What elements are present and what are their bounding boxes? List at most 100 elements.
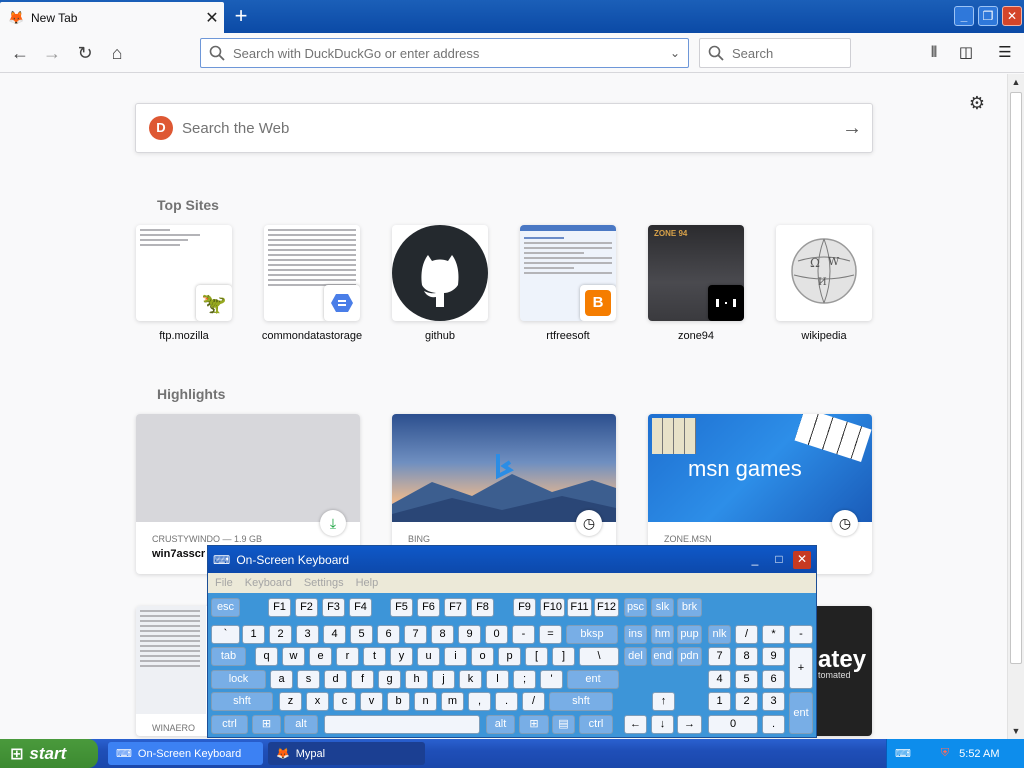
osk-key[interactable]: 7	[404, 625, 427, 644]
search-submit-arrow-icon[interactable]: →	[832, 117, 872, 140]
osk-key[interactable]: q	[255, 647, 278, 666]
restore-window-button[interactable]: ❐	[978, 6, 998, 26]
osk-key[interactable]: bksp	[566, 625, 618, 644]
keyboard-tray-icon[interactable]: ⌨	[895, 747, 911, 760]
forward-button[interactable]: →	[38, 39, 66, 67]
osk-key[interactable]: .	[495, 692, 518, 711]
osk-key[interactable]: l	[486, 670, 509, 689]
osk-key[interactable]: p	[498, 647, 521, 666]
sidebar-button[interactable]: ◫	[954, 41, 978, 65]
osk-key[interactable]: pdn	[677, 647, 702, 666]
osk-key[interactable]: ctrl	[211, 715, 248, 734]
osk-key[interactable]: 4	[708, 670, 731, 689]
osk-key[interactable]: 2	[269, 625, 292, 644]
home-button[interactable]: ⌂	[103, 39, 131, 67]
osk-key[interactable]: F5	[390, 598, 413, 617]
osk-key[interactable]: ,	[468, 692, 491, 711]
osk-maximize-button[interactable]: □	[770, 551, 788, 569]
osk-key[interactable]: F1	[268, 598, 291, 617]
osk-key[interactable]: F12	[594, 598, 619, 617]
osk-key[interactable]: j	[432, 670, 455, 689]
osk-key[interactable]: 4	[323, 625, 346, 644]
osk-key[interactable]: 5	[735, 670, 758, 689]
osk-key[interactable]: z	[279, 692, 302, 711]
osk-key[interactable]: ctrl	[579, 715, 613, 734]
osk-key[interactable]: -	[512, 625, 535, 644]
osk-key[interactable]: pup	[677, 625, 702, 644]
osk-key[interactable]: /	[735, 625, 758, 644]
download-icon[interactable]: ⤓	[320, 510, 346, 536]
menu-button[interactable]: ☰	[993, 41, 1017, 65]
chevron-down-icon[interactable]: ⌄	[662, 46, 688, 60]
osk-key[interactable]: 0	[485, 625, 508, 644]
top-site-tile[interactable]: B rtfreesoft	[520, 225, 616, 342]
osk-key[interactable]: t	[363, 647, 386, 666]
start-button[interactable]: ⊞ start	[0, 739, 98, 768]
tab-close-icon[interactable]: ✕	[200, 8, 224, 28]
osk-key[interactable]: ins	[624, 625, 647, 644]
osk-key[interactable]: 1	[242, 625, 265, 644]
osk-key[interactable]: F3	[322, 598, 345, 617]
gear-icon[interactable]: ⚙	[965, 93, 989, 117]
osk-key[interactable]: u	[417, 647, 440, 666]
osk-menu-file[interactable]: File	[215, 577, 233, 589]
osk-key[interactable]: .	[762, 715, 785, 734]
top-site-tile[interactable]: github	[392, 225, 488, 342]
osk-key[interactable]: F8	[471, 598, 494, 617]
osk-key[interactable]: =	[539, 625, 562, 644]
osk-key[interactable]: del	[624, 647, 647, 666]
osk-key[interactable]: e	[309, 647, 332, 666]
osk-key[interactable]: ;	[513, 670, 536, 689]
osk-key[interactable]: F10	[540, 598, 565, 617]
osk-key[interactable]: i	[444, 647, 467, 666]
osk-key[interactable]: -	[789, 625, 813, 644]
osk-key[interactable]: 3	[762, 692, 785, 711]
osk-key[interactable]: end	[651, 647, 674, 666]
osk-key[interactable]: v	[360, 692, 383, 711]
osk-key[interactable]: m	[441, 692, 464, 711]
osk-key[interactable]: 3	[296, 625, 319, 644]
osk-key[interactable]: +	[789, 647, 813, 689]
osk-key[interactable]: shft	[211, 692, 273, 711]
osk-key[interactable]: w	[282, 647, 305, 666]
osk-key[interactable]: 8	[735, 647, 758, 666]
osk-key[interactable]: ←	[624, 715, 647, 734]
osk-key[interactable]: ↓	[651, 715, 674, 734]
osk-key[interactable]: r	[336, 647, 359, 666]
osk-titlebar[interactable]: ⌨ On-Screen Keyboard	[208, 546, 816, 573]
osk-key[interactable]: b	[387, 692, 410, 711]
osk-key[interactable]: 7	[708, 647, 731, 666]
url-bar[interactable]: Search with DuckDuckGo or enter address …	[200, 38, 689, 68]
osk-menu-keyboard[interactable]: Keyboard	[245, 577, 292, 589]
taskbar-button-osk[interactable]: ⌨ On-Screen Keyboard	[108, 742, 263, 765]
osk-key[interactable]: F6	[417, 598, 440, 617]
osk-key[interactable]: F7	[444, 598, 467, 617]
scroll-up-arrow-icon[interactable]: ▲	[1008, 74, 1024, 90]
osk-key[interactable]: '	[540, 670, 563, 689]
osk-key[interactable]: o	[471, 647, 494, 666]
osk-close-button[interactable]: ✕	[793, 551, 811, 569]
osk-minimize-button[interactable]: _	[746, 551, 764, 569]
url-input[interactable]: Search with DuckDuckGo or enter address	[233, 46, 662, 61]
osk-key[interactable]: 9	[762, 647, 785, 666]
osk-key[interactable]: s	[297, 670, 320, 689]
osk-key[interactable]: 9	[458, 625, 481, 644]
osk-key[interactable]: g	[378, 670, 401, 689]
osk-key[interactable]: /	[522, 692, 545, 711]
taskbar-button-mypal[interactable]: 🦊 Mypal	[268, 742, 425, 765]
web-search-box[interactable]: D Search the Web →	[135, 103, 873, 153]
osk-key[interactable]: lock	[211, 670, 266, 689]
osk-key[interactable]: 1	[708, 692, 731, 711]
osk-key-windows[interactable]: ⊞	[252, 715, 281, 734]
top-site-tile[interactable]: 🦖 ftp.mozilla	[136, 225, 232, 342]
osk-key[interactable]: 6	[762, 670, 785, 689]
back-button[interactable]: ←	[6, 39, 34, 67]
osk-key[interactable]: `	[211, 625, 240, 644]
osk-key[interactable]: alt	[284, 715, 318, 734]
osk-key-space[interactable]	[324, 715, 480, 734]
on-screen-keyboard-window[interactable]: ⌨ On-Screen Keyboard _ □ ✕ File Keyboard…	[207, 545, 817, 738]
top-site-tile[interactable]: Ω W И wikipedia	[776, 225, 872, 342]
osk-key[interactable]: F4	[349, 598, 372, 617]
tab-new-tab[interactable]: 🦊 New Tab ✕	[0, 2, 224, 33]
osk-key[interactable]: ]	[552, 647, 575, 666]
